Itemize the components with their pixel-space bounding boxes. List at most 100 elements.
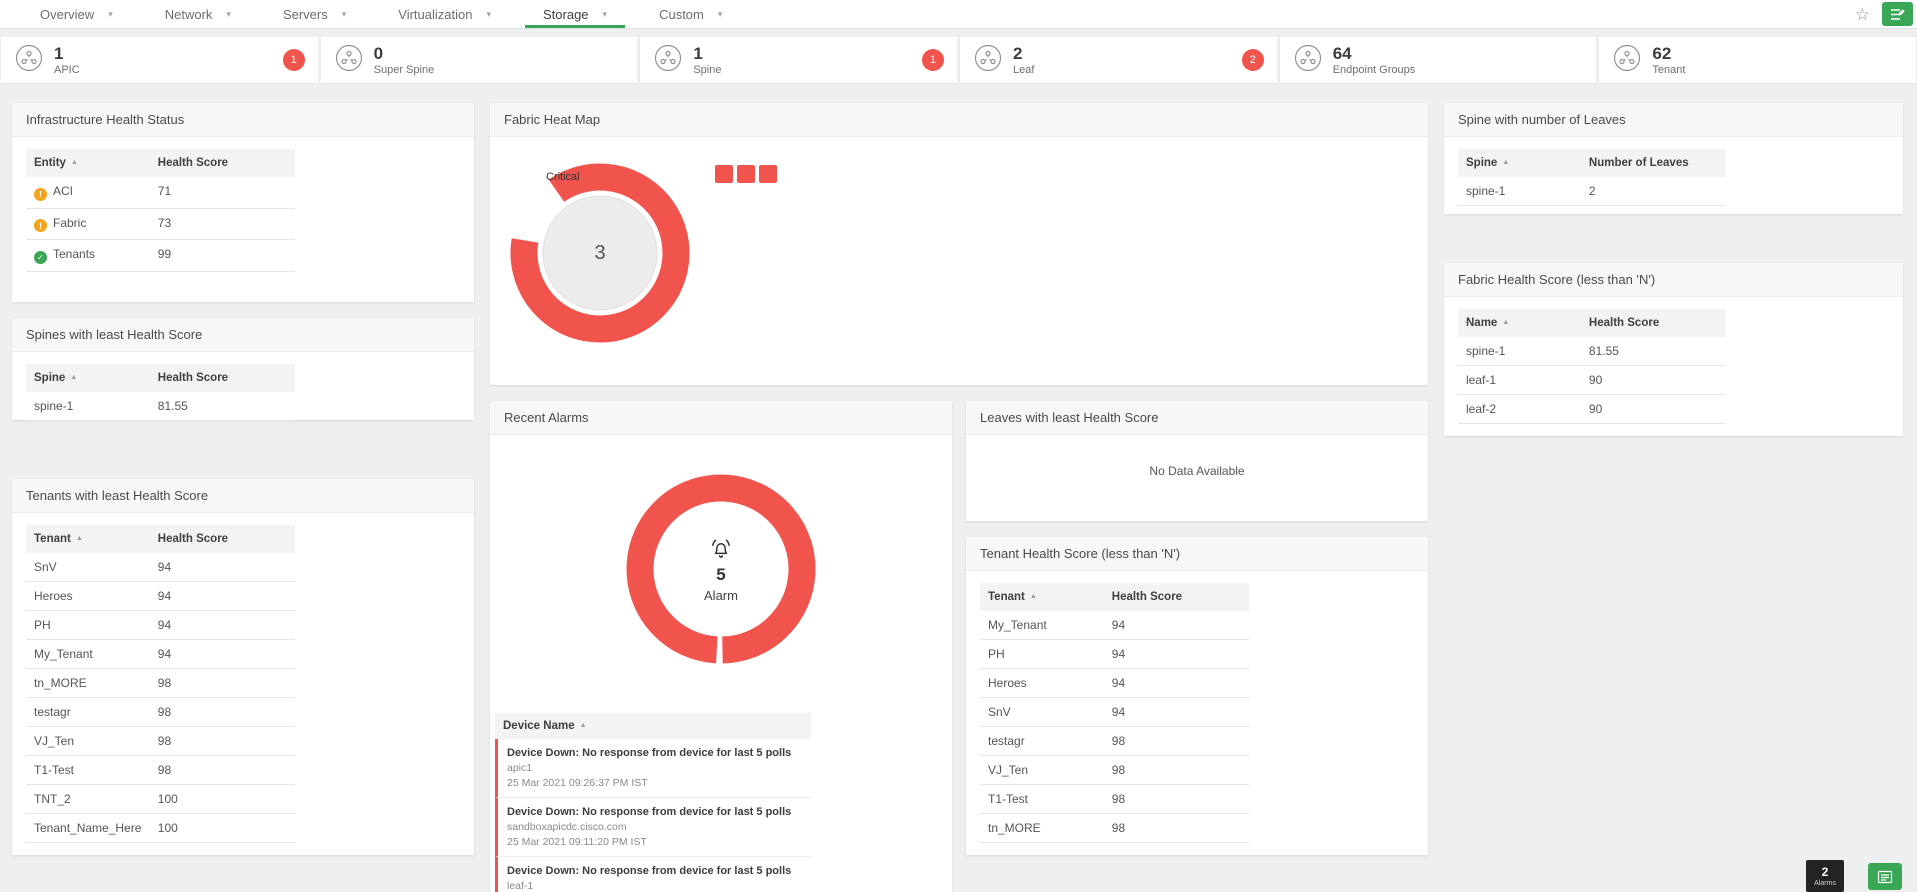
card-text: 2 Leaf xyxy=(1013,44,1034,76)
table-row[interactable]: My_Tenant 94 xyxy=(980,611,1250,640)
card-count: 1 xyxy=(54,44,64,64)
health-score-value: 73 xyxy=(157,215,172,230)
alarm-device-name: sandboxapicdc.cisco.com xyxy=(507,821,627,833)
column-header-spine[interactable]: Spine ▲ xyxy=(26,364,150,392)
chevron-down-icon[interactable]: ▾ xyxy=(718,9,723,20)
table-row[interactable]: T1-Test 98 xyxy=(980,785,1250,814)
table-row[interactable]: Heroes 94 xyxy=(980,669,1250,698)
table-row[interactable]: spine-1 2 xyxy=(1458,177,1726,206)
list-edit-icon xyxy=(1890,8,1905,20)
alert-count-badge[interactable]: 1 xyxy=(922,49,945,71)
table-row[interactable]: PH 94 xyxy=(26,611,296,640)
alert-count-badge[interactable]: 1 xyxy=(282,49,305,71)
table-row[interactable]: ACI 71 xyxy=(26,177,296,209)
column-header-device-name[interactable]: Device Name ▲ xyxy=(495,713,595,739)
table-row[interactable]: spine-1 81.55 xyxy=(1458,337,1726,366)
table-row[interactable]: leaf-1 90 xyxy=(1458,366,1726,395)
alarm-item[interactable]: Device Down: No response from device for… xyxy=(495,739,811,798)
panel-title: Tenant Health Score (less than 'N') xyxy=(980,546,1181,561)
summary-card[interactable]: 1 APIC 1 xyxy=(1,37,318,83)
health-score-value: 94 xyxy=(1111,676,1126,690)
status-icon xyxy=(34,187,47,201)
status-icon xyxy=(34,219,47,232)
alarm-device-name: leaf-1 xyxy=(507,880,534,892)
heatmap-cell[interactable] xyxy=(737,165,755,183)
severity-label: Critical xyxy=(546,171,580,183)
chevron-down-icon[interactable]: ▾ xyxy=(486,9,491,20)
tenant-name: SnV xyxy=(988,705,1011,719)
summary-card[interactable]: 64 Endpoint Groups xyxy=(1279,37,1597,83)
table-header-row: Name ▲ Health Score xyxy=(1458,309,1726,337)
tenant-name: PH xyxy=(988,647,1005,661)
nav-tab[interactable]: Storage ▾ xyxy=(517,0,633,28)
critical-gauge[interactable]: 3 Critical xyxy=(500,153,700,353)
table-header-row: Device Name ▲ xyxy=(495,713,811,739)
table-row[interactable]: Fabric 73 xyxy=(26,209,296,240)
nav-tab[interactable]: Network ▾ xyxy=(139,0,257,28)
tenant-name: T1-Test xyxy=(34,763,75,777)
table-row[interactable]: SnV 94 xyxy=(980,698,1250,727)
alarm-summary-label: Alarms xyxy=(1814,879,1836,887)
column-header-tenant[interactable]: Tenant ▲ xyxy=(980,583,1104,611)
column-header-spine[interactable]: Spine ▲ xyxy=(1458,149,1581,177)
summary-card-row: 1 APIC 1 0 Super Spine 1 Spine 1 2 Leaf … xyxy=(0,37,1917,83)
panel-header: Fabric Health Score (less than 'N') xyxy=(1444,263,1903,297)
widget-menu-button[interactable] xyxy=(1882,2,1913,26)
alarm-summary-badge[interactable]: 2 Alarms xyxy=(1806,860,1844,892)
table-row[interactable]: testagr 98 xyxy=(980,727,1250,756)
column-header-health-score[interactable]: Health Score xyxy=(150,364,295,392)
table-row[interactable]: TNT_2 100 xyxy=(26,785,296,814)
chevron-down-icon[interactable]: ▾ xyxy=(603,9,608,20)
table-row[interactable]: SnV 94 xyxy=(26,553,296,582)
sort-caret-icon: ▲ xyxy=(1502,159,1510,166)
table-row[interactable]: testagr 98 xyxy=(26,698,296,727)
table-row[interactable]: VJ_Ten 98 xyxy=(26,727,296,756)
alarm-item[interactable]: Device Down: No response from device for… xyxy=(495,798,811,857)
heatmap-cell[interactable] xyxy=(759,165,777,183)
alarm-item[interactable]: Device Down: No response from device for… xyxy=(495,857,811,892)
table-row[interactable]: spine-1 81.55 xyxy=(26,392,296,421)
table-row[interactable]: VJ_Ten 98 xyxy=(980,756,1250,785)
alarm-gauge[interactable]: 5 Alarm xyxy=(621,469,821,669)
column-header-entity[interactable]: Entity ▲ xyxy=(26,149,150,177)
card-label: Leaf xyxy=(1013,63,1035,76)
nav-tab[interactable]: Servers ▾ xyxy=(257,0,372,28)
alarm-device-name: apic1 xyxy=(507,762,533,774)
column-header-name[interactable]: Name ▲ xyxy=(1458,309,1581,337)
table-row[interactable]: T1-Test 98 xyxy=(26,756,296,785)
infrastructure-health-panel: Infrastructure Health Status Entity ▲ Hea… xyxy=(12,103,474,302)
column-header-number-of-leaves[interactable]: Number of Leaves xyxy=(1581,149,1725,177)
summary-card[interactable]: 0 Super Spine xyxy=(320,37,638,83)
alert-count-badge[interactable]: 2 xyxy=(1241,49,1264,71)
nav-tab[interactable]: Virtualization ▾ xyxy=(372,0,517,28)
column-header-health-score[interactable]: Health Score xyxy=(150,525,295,553)
entity-name: ACI xyxy=(53,184,74,198)
chevron-down-icon[interactable]: ▾ xyxy=(226,9,231,20)
bottom-action-button[interactable] xyxy=(1868,863,1902,890)
nav-tab[interactable]: Overview ▾ xyxy=(14,0,139,28)
column-header-tenant[interactable]: Tenant ▲ xyxy=(26,525,150,553)
table-row[interactable]: tn_MORE 98 xyxy=(26,669,296,698)
chevron-down-icon[interactable]: ▾ xyxy=(108,9,113,20)
chevron-down-icon[interactable]: ▾ xyxy=(342,9,347,20)
summary-card[interactable]: 1 Spine 1 xyxy=(640,37,958,83)
fabric-health-score-panel: Fabric Health Score (less than 'N') Name… xyxy=(1444,263,1903,436)
summary-card[interactable]: 62 Tenant xyxy=(1599,37,1917,83)
table-row[interactable]: tn_MORE 98 xyxy=(980,814,1250,843)
table-row[interactable]: leaf-2 90 xyxy=(1458,395,1726,424)
heatmap-cell[interactable] xyxy=(715,165,733,183)
table-row[interactable]: Tenant_Name_Here 100 xyxy=(26,814,296,843)
table-row[interactable]: Tenants 99 xyxy=(26,240,296,272)
column-header-health-score[interactable]: Health Score xyxy=(150,149,295,177)
table-row[interactable]: PH 94 xyxy=(980,640,1250,669)
sort-caret-icon: ▲ xyxy=(1029,593,1037,600)
summary-card[interactable]: 2 Leaf 2 xyxy=(960,37,1277,83)
column-header-health-score[interactable]: Health Score xyxy=(1581,309,1725,337)
table-row[interactable]: Heroes 94 xyxy=(26,582,296,611)
favorite-star-icon[interactable]: ☆ xyxy=(1855,6,1870,23)
alarm-message: Device Down: No response from device for… xyxy=(507,865,792,877)
column-header-health-score[interactable]: Health Score xyxy=(1104,583,1249,611)
critical-count: 3 xyxy=(594,241,606,264)
table-row[interactable]: My_Tenant 94 xyxy=(26,640,296,669)
nav-tab[interactable]: Custom ▾ xyxy=(633,0,748,28)
